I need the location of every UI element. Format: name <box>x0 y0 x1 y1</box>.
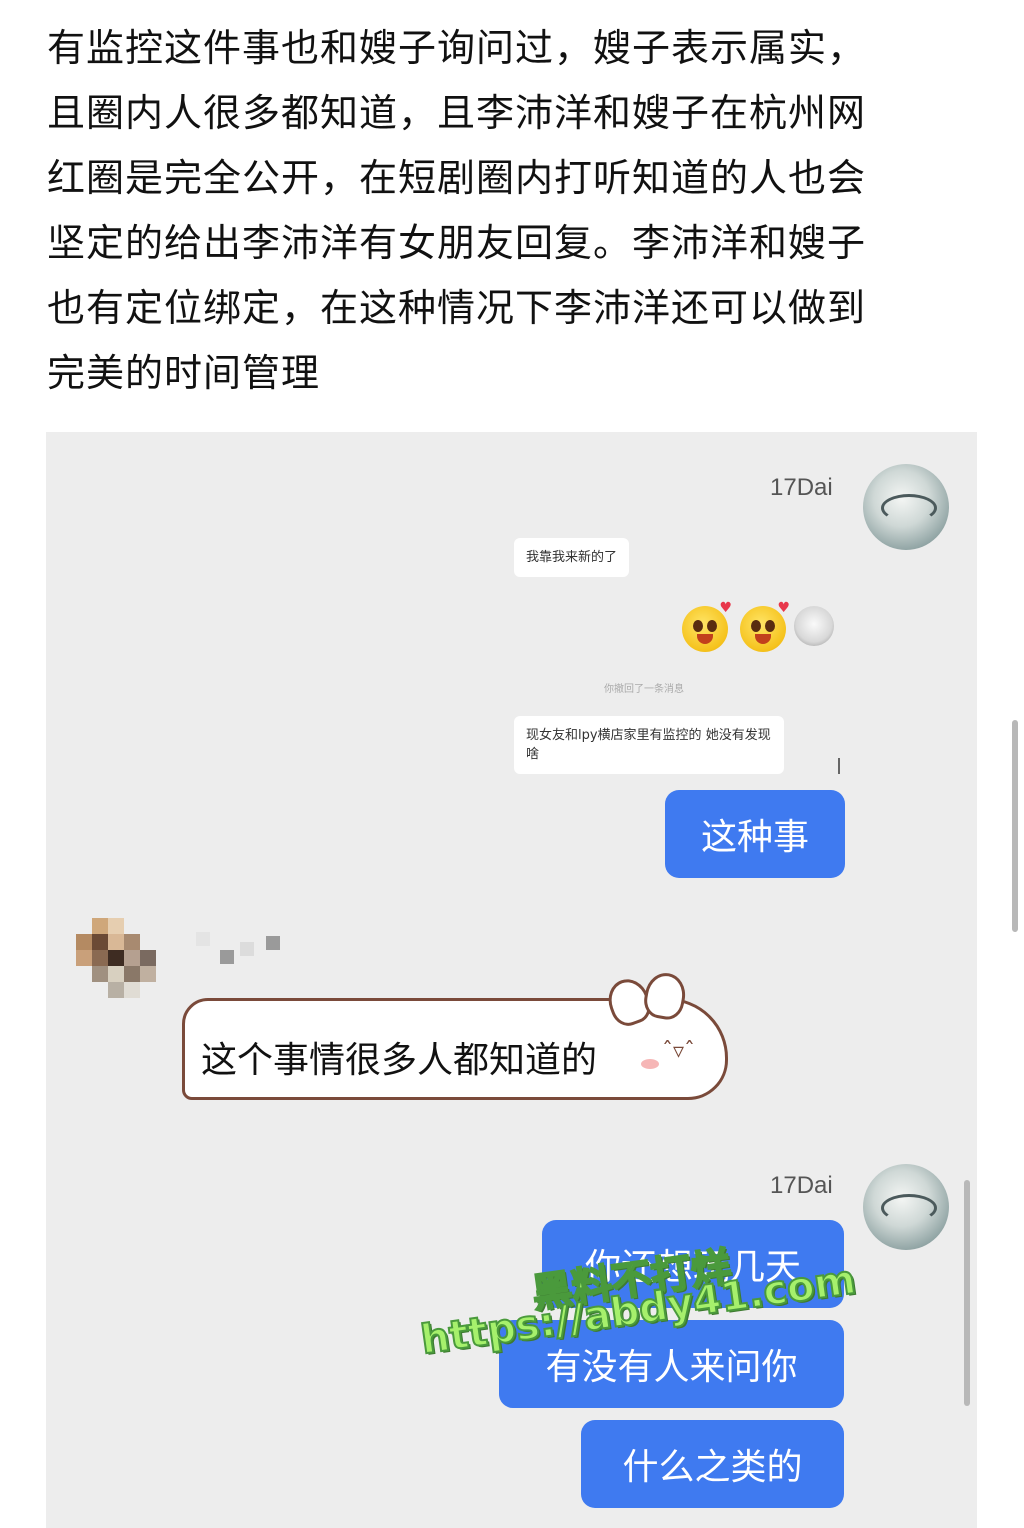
post-line: 红圈是完全公开，在短剧圈内打听知道的人也会 <box>47 156 867 200</box>
avatar[interactable] <box>863 1164 949 1250</box>
blush-mark <box>641 1059 659 1069</box>
post-line: 也有定位绑定，在这种情况下李沛洋还可以做到 <box>47 286 867 330</box>
quoted-message[interactable]: 我靠我来新的了 <box>514 538 630 577</box>
text-cursor <box>838 758 840 774</box>
post-line: 完美的时间管理 <box>47 351 321 395</box>
blushing-emoji-icon: ♥ <box>740 600 790 652</box>
chat-screenshot: 17Dai 我靠我来新的了 ♥ ♥ 你撤回了一条消息 现女友和lpy横店家里有监… <box>46 432 977 1528</box>
bunny-message-bubble[interactable]: 这个事情很多人都知道的 ˆ▿ˆ <box>182 969 728 1100</box>
recall-notice: 你撤回了一条消息 <box>604 684 684 695</box>
avatar[interactable] <box>863 464 949 550</box>
message-text: 这个事情很多人都知道的 <box>201 1040 598 1081</box>
post-line: 有监控这件事也和嫂子询问过，嫂子表示属实， <box>47 26 867 70</box>
blushing-emoji-icon: ♥ <box>682 600 732 652</box>
sender-name: 17Dai <box>770 1172 833 1199</box>
post-line: 且圈内人很多都知道，且李沛洋和嫂子在杭州网 <box>47 91 867 135</box>
message-bubble[interactable]: 什么之类的 <box>581 1420 844 1508</box>
avatar[interactable] <box>76 918 172 1014</box>
sender-name: 17Dai <box>770 474 833 501</box>
post-text: 有监控这件事也和嫂子询问过，嫂子表示属实， 且圈内人很多都知道，且李沛洋和嫂子在… <box>47 16 977 406</box>
dog-sticker-icon <box>794 606 834 646</box>
message-bubble[interactable]: 这种事 <box>665 790 845 878</box>
quoted-message[interactable]: 现女友和lpy横店家里有监控的 她没有发现啥 <box>514 716 784 774</box>
scrollbar[interactable] <box>964 1180 970 1406</box>
bunny-face-icon: ˆ▿ˆ <box>661 1039 695 1064</box>
scrollbar[interactable] <box>1012 720 1018 932</box>
post-line: 坚定的给出李沛洋有女朋友回复。李沛洋和嫂子 <box>47 221 867 265</box>
